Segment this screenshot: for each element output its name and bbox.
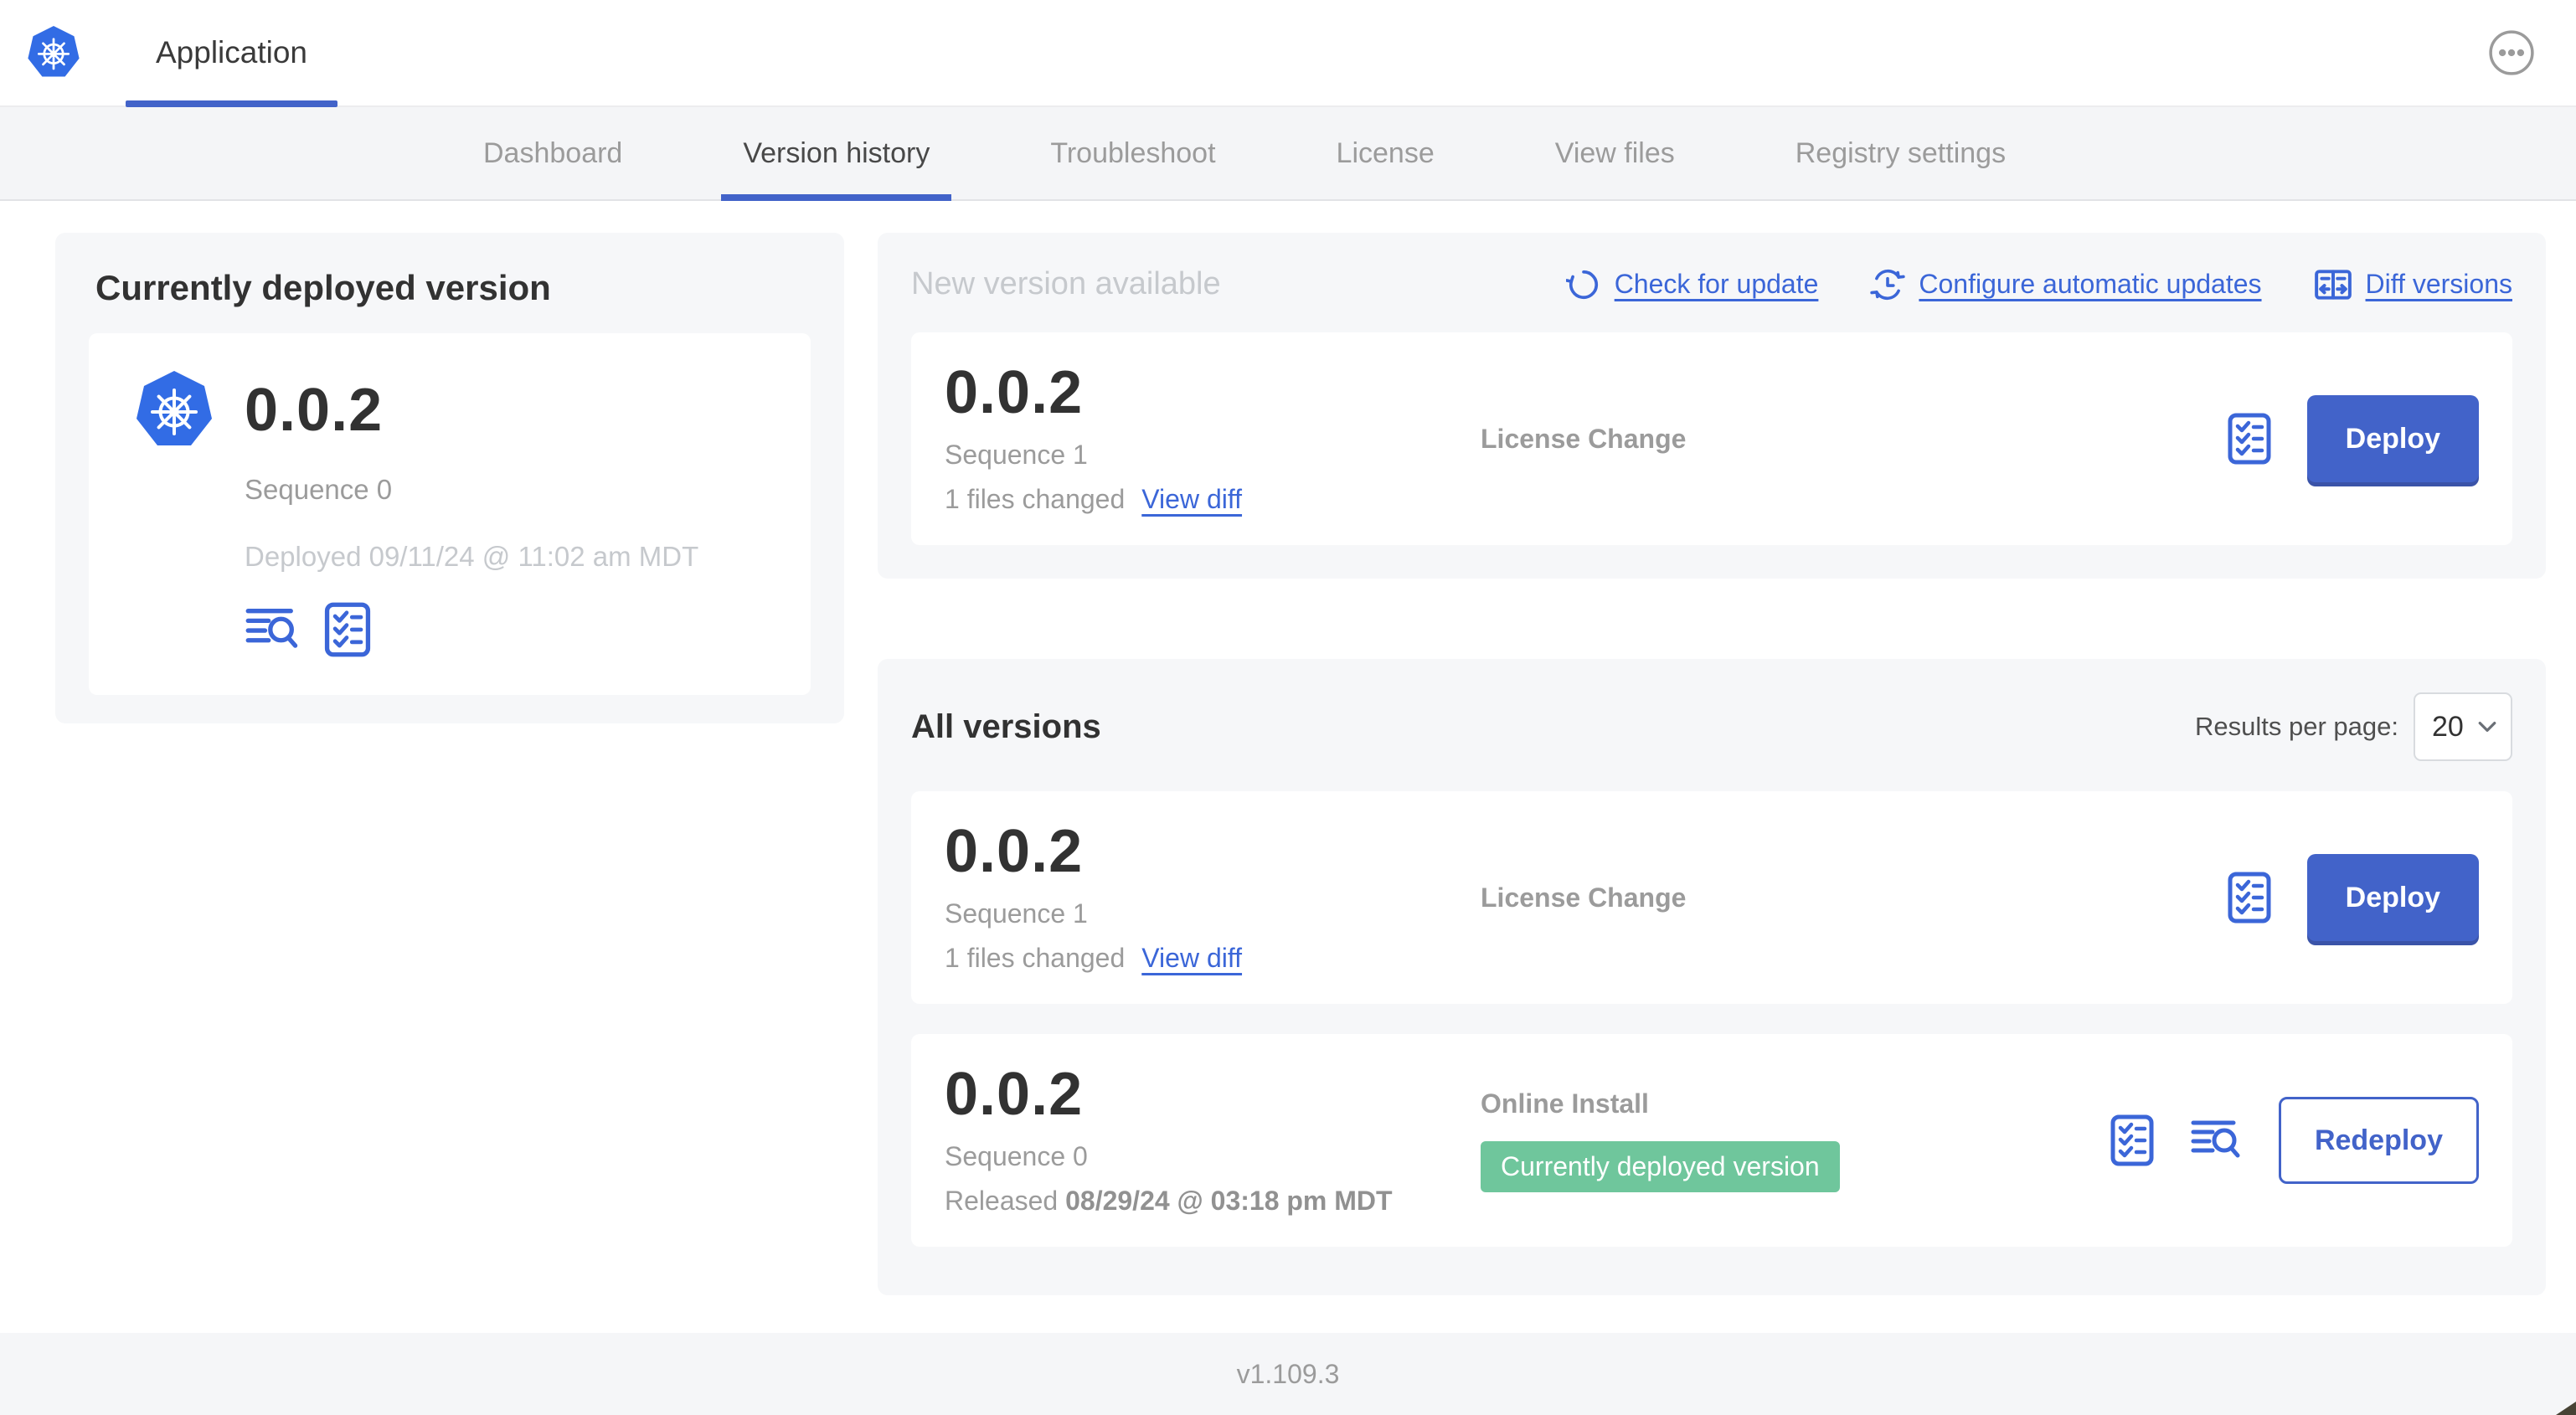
preflight-checks-button[interactable] (2227, 871, 2272, 924)
all-versions-title: All versions (911, 708, 1101, 745)
version-row: 0.0.2 Sequence 0 Released 08/29/24 @ 03:… (911, 1034, 2512, 1247)
view-diff-link[interactable]: View diff (1141, 943, 1242, 974)
version-number: 0.0.2 (945, 359, 1084, 426)
ellipsis-icon (2488, 29, 2535, 76)
currently-deployed-panel: Currently deployed version 0.0.2 Sequenc… (55, 233, 844, 723)
version-row: 0.0.2 Sequence 1 1 files changed View di… (911, 791, 2512, 1004)
preflight-checks-button[interactable] (2110, 1114, 2155, 1167)
new-version-panel: New version available Check for update C… (878, 233, 2546, 579)
main-content: Currently deployed version 0.0.2 Sequenc… (0, 201, 2576, 1333)
scheduled-update-icon (1870, 267, 1906, 302)
new-version-card: 0.0.2 Sequence 1 1 files changed View di… (911, 332, 2512, 545)
application-tab-label: Application (156, 35, 308, 69)
version-sequence: Sequence 1 (945, 440, 1088, 470)
deployed-sequence: Sequence 0 (245, 474, 393, 505)
released-prefix: Released (945, 1186, 1066, 1216)
deployed-version-number: 0.0.2 (245, 377, 384, 444)
results-per-page-value: 20 (2432, 710, 2464, 743)
results-per-page-label: Results per page: (2195, 712, 2398, 741)
check-for-update-link[interactable]: Check for update (1565, 267, 1819, 302)
currently-deployed-title: Currently deployed version (95, 268, 551, 307)
files-changed-text: 1 files changed (945, 484, 1126, 514)
version-sequence: Sequence 0 (945, 1141, 1088, 1171)
redeploy-button[interactable]: Redeploy (2278, 1097, 2479, 1184)
console-version: v1.109.3 (1236, 1358, 1340, 1389)
version-source: License Change (1481, 423, 1687, 454)
currently-deployed-card: 0.0.2 Sequence 0 Deployed 09/11/24 @ 11:… (89, 333, 811, 695)
app-footer: v1.109.3 (0, 1333, 2576, 1415)
deploy-logs-button[interactable] (2190, 1118, 2244, 1163)
app-subnav: Dashboard Version history Troubleshoot L… (0, 107, 2576, 201)
version-source: License Change (1481, 882, 1687, 913)
chevron-down-icon (2477, 720, 2497, 733)
checklist-icon (2227, 412, 2272, 466)
diff-versions-label: Diff versions (2365, 269, 2512, 299)
deploy-button[interactable]: Deploy (2306, 854, 2479, 941)
version-sequence: Sequence 1 (945, 898, 1088, 929)
currently-deployed-badge: Currently deployed version (1481, 1141, 1840, 1192)
log-search-icon (245, 605, 301, 654)
version-number: 0.0.2 (945, 818, 1084, 885)
checklist-icon (2110, 1114, 2155, 1167)
deployed-timestamp: Deployed 09/11/24 @ 11:02 am MDT (245, 541, 699, 572)
version-source: Online Install (1481, 1088, 1649, 1119)
released-timestamp: 08/29/24 @ 03:18 pm MDT (1065, 1186, 1393, 1216)
tab-version-history[interactable]: Version history (683, 107, 990, 201)
more-menu-button[interactable] (2487, 28, 2536, 77)
refresh-ccw-icon (1565, 267, 1601, 302)
tab-license[interactable]: License (1276, 107, 1495, 199)
version-number: 0.0.2 (945, 1061, 1084, 1128)
configure-automatic-updates-link[interactable]: Configure automatic updates (1870, 267, 2262, 302)
log-search-icon (2190, 1118, 2244, 1163)
tab-troubleshoot[interactable]: Troubleshoot (990, 107, 1275, 199)
all-versions-panel: All versions Results per page: 20 0.0.2 … (878, 659, 2546, 1295)
new-version-title: New version available (911, 266, 1221, 301)
preflight-checks-button[interactable] (2227, 412, 2272, 466)
configure-automatic-updates-label: Configure automatic updates (1919, 269, 2262, 299)
deploy-logs-button[interactable] (245, 605, 301, 654)
checklist-icon (2227, 871, 2272, 924)
diff-columns-icon (2314, 267, 2352, 302)
results-per-page-select[interactable]: 20 (2414, 692, 2512, 761)
checklist-icon (323, 601, 372, 658)
tab-dashboard[interactable]: Dashboard (423, 107, 683, 199)
tab-registry-settings[interactable]: Registry settings (1735, 107, 2066, 199)
kubernetes-logo-icon (25, 24, 82, 81)
application-tab[interactable]: Application (126, 0, 338, 107)
diff-versions-link[interactable]: Diff versions (2314, 267, 2512, 302)
kubernetes-app-icon (132, 368, 216, 452)
check-for-update-label: Check for update (1614, 269, 1819, 299)
right-column: New version available Check for update C… (878, 233, 2546, 1295)
deploy-button[interactable]: Deploy (2306, 395, 2479, 482)
app-header: Application (0, 0, 2576, 107)
preflight-checks-button[interactable] (323, 601, 372, 658)
files-changed-text: 1 files changed (945, 943, 1126, 973)
tab-view-files[interactable]: View files (1495, 107, 1735, 199)
view-diff-link[interactable]: View diff (1141, 484, 1242, 515)
